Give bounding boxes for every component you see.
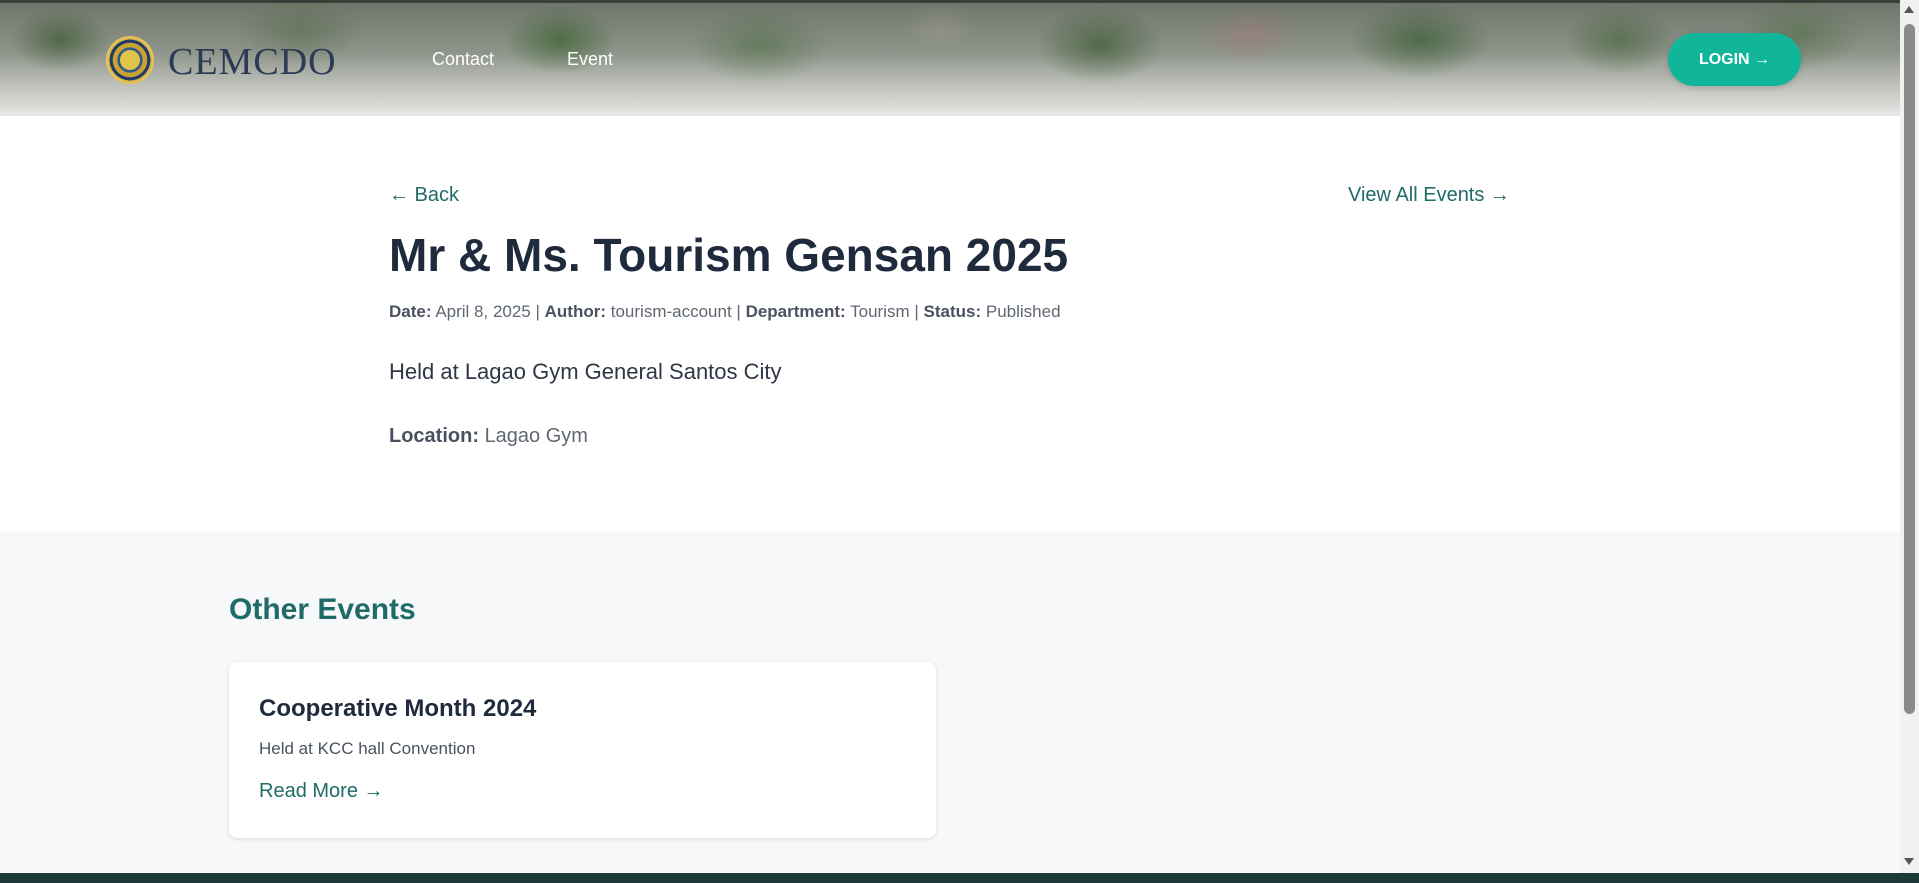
event-author: tourism-account xyxy=(610,302,732,321)
event-description: Held at Lagao Gym General Santos City xyxy=(389,359,782,384)
status-label: Status: xyxy=(923,302,982,321)
location-label: Location: xyxy=(389,425,479,447)
scroll-down-arrow-icon[interactable] xyxy=(1904,858,1914,865)
view-all-events-link[interactable]: View All Events → xyxy=(1348,184,1510,207)
department-label: Department: xyxy=(745,302,846,321)
date-label: Date: xyxy=(389,302,432,321)
meta-separator: | xyxy=(909,302,924,321)
event-card-title: Cooperative Month 2024 xyxy=(259,695,537,722)
brand-name[interactable]: CEMCDO xyxy=(168,40,337,84)
event-location: Location: Lagao Gym xyxy=(389,425,588,448)
meta-separator: | xyxy=(530,302,545,321)
nav-event-link[interactable]: Event xyxy=(567,49,613,70)
meta-separator: | xyxy=(731,302,746,321)
scrollbar-thumb[interactable] xyxy=(1904,24,1915,714)
seal-center xyxy=(120,50,140,70)
login-button[interactable]: LOGIN → xyxy=(1668,33,1801,86)
nav-contact-link[interactable]: Contact xyxy=(432,49,494,70)
window-top-border xyxy=(0,0,1919,3)
event-title: Mr & Ms. Tourism Gensan 2025 xyxy=(389,229,1069,281)
read-more-link[interactable]: Read More → xyxy=(259,780,384,803)
scroll-up-arrow-icon[interactable] xyxy=(1904,6,1914,13)
event-status: Published xyxy=(985,302,1061,321)
author-label: Author: xyxy=(544,302,607,321)
back-link[interactable]: ← Back xyxy=(389,184,459,207)
page-scrollbar[interactable] xyxy=(1900,0,1919,873)
other-events-heading: Other Events xyxy=(229,593,416,626)
event-meta: Date: April 8, 2025 | Author: tourism-ac… xyxy=(389,302,1061,322)
location-value: Lagao Gym xyxy=(484,425,588,447)
event-card: Cooperative Month 2024 Held at KCC hall … xyxy=(229,662,936,838)
event-date: April 8, 2025 xyxy=(435,302,531,321)
city-seal-logo-icon[interactable] xyxy=(106,36,154,84)
event-card-description: Held at KCC hall Convention xyxy=(259,739,476,758)
event-department: Tourism xyxy=(850,302,910,321)
taskbar-edge xyxy=(0,873,1919,883)
